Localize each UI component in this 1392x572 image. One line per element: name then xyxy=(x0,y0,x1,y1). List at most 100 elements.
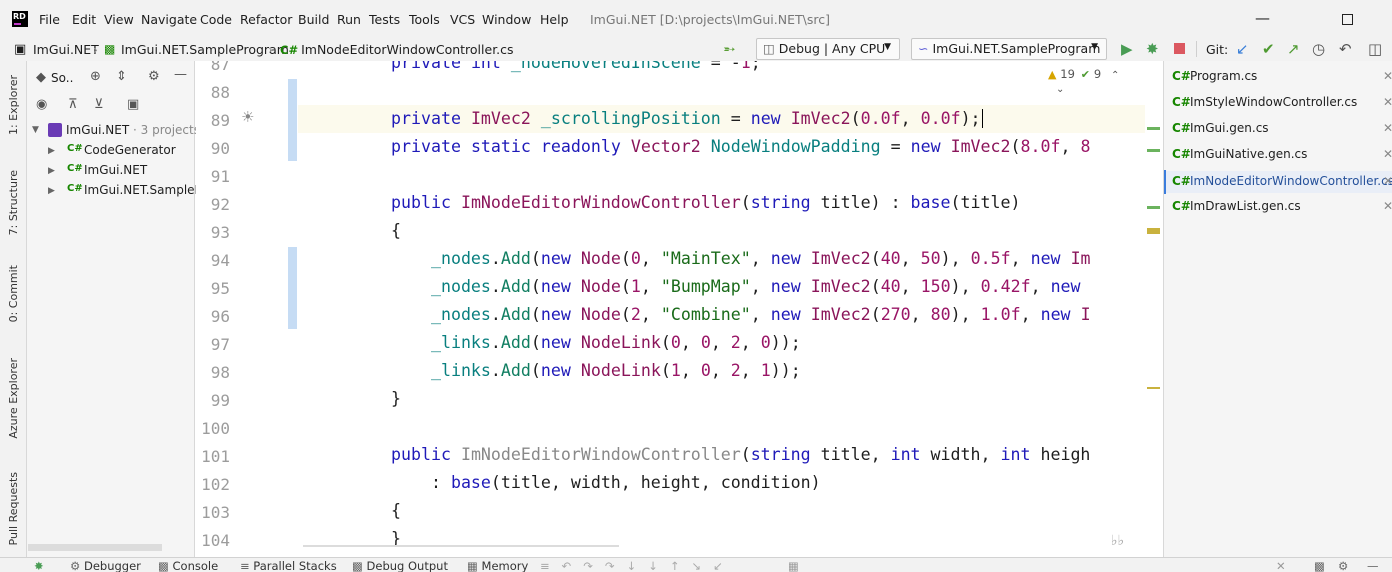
tab-imnodeeditorwindowcontroller[interactable]: C# ImNodeEditorWindowController.cs ✕ xyxy=(1166,171,1392,193)
csharp-project-icon: C# xyxy=(67,143,83,154)
line-number: 98 xyxy=(210,363,230,382)
line-number: 92 xyxy=(210,195,230,214)
close-icon[interactable]: ✕ xyxy=(1383,174,1392,188)
tree-item-imgui-net[interactable]: ImGui.NET xyxy=(84,163,147,177)
tool-tab-structure[interactable]: 7: Structure xyxy=(7,170,20,235)
git-label: Git: xyxy=(1206,42,1229,57)
tab-program[interactable]: C# Program.cs ✕ xyxy=(1163,69,1392,87)
chevron-down-icon[interactable]: ⌄ xyxy=(1056,84,1064,95)
readmode-icon[interactable]: ♭♭ xyxy=(1111,533,1124,547)
menu-code[interactable]: Code xyxy=(200,12,232,27)
line-number: 101 xyxy=(201,447,230,466)
view-mode-dropdown[interactable]: So.. xyxy=(51,71,73,85)
git-update-icon[interactable]: ↙ xyxy=(1236,41,1249,57)
chevron-down-icon[interactable]: ▼ xyxy=(32,125,39,135)
search-everywhere-icon[interactable]: ◫ xyxy=(1368,41,1382,57)
project-icon: ▩ xyxy=(104,42,116,56)
gear-icon[interactable]: ⚙ xyxy=(148,70,160,84)
line-number: 87 xyxy=(210,61,230,74)
code-editor[interactable]: 87 88 89 90 91 92 93 94 95 96 97 98 99 1… xyxy=(196,61,1162,547)
csharp-project-icon: C# xyxy=(67,163,83,174)
tab-parallel-stacks[interactable]: ≡ Parallel Stacks xyxy=(240,559,337,572)
git-rollback-icon[interactable]: ↶ xyxy=(1339,41,1352,57)
tab-debug-output[interactable]: ▩ Debug Output xyxy=(352,559,448,572)
collapse-all-icon[interactable]: ⇕ xyxy=(116,70,127,84)
tab-debugger[interactable]: ⚙ Debugger xyxy=(70,559,141,572)
expand-up-icon[interactable]: ⊼ xyxy=(68,98,78,112)
close-icon[interactable]: ✕ xyxy=(1383,121,1392,135)
tab-imstylewindowcontroller[interactable]: C# ImStyleWindowController.cs ✕ xyxy=(1163,95,1392,113)
close-icon[interactable]: ✕ xyxy=(1383,147,1392,161)
tree-item-codegenerator[interactable]: CodeGenerator xyxy=(84,143,176,157)
line-number: 90 xyxy=(210,139,230,158)
tree-item-sample-program[interactable]: ImGui.NET.SamplePr xyxy=(84,183,207,197)
menu-vcs[interactable]: VCS xyxy=(450,12,475,27)
run-icon[interactable]: ▶ xyxy=(1121,41,1133,57)
gear-icon[interactable]: ⚙ xyxy=(1338,559,1348,572)
configuration-dropdown[interactable]: ◫ Debug | Any CPU ▼ xyxy=(756,38,900,60)
tab-imgui-gen[interactable]: C# ImGui.gen.cs ✕ xyxy=(1163,121,1392,139)
tab-console[interactable]: ▩ Console xyxy=(158,559,218,572)
minimize-icon[interactable]: — xyxy=(1255,10,1270,26)
chevron-right-icon[interactable]: ▶ xyxy=(48,166,55,176)
stop-icon[interactable] xyxy=(1174,43,1185,54)
tab-memory[interactable]: ▦ Memory xyxy=(467,559,528,572)
close-icon[interactable]: ✕ xyxy=(1383,199,1392,213)
close-icon[interactable]: ✕ xyxy=(1276,559,1286,572)
menu-tests[interactable]: Tests xyxy=(369,12,400,27)
modified-line-marker xyxy=(288,79,297,161)
preview-icon[interactable]: ▣ xyxy=(127,98,139,112)
menu-file[interactable]: File xyxy=(39,12,60,27)
tree-root-solution[interactable]: ImGui.NET · 3 projects xyxy=(66,123,200,137)
maximize-icon[interactable] xyxy=(1342,14,1353,25)
close-icon[interactable]: ✕ xyxy=(1383,95,1392,109)
build-hammer-icon[interactable]: ➵ xyxy=(723,41,736,57)
git-history-icon[interactable]: ◷ xyxy=(1312,41,1325,57)
editor-horizontal-scrollbar[interactable] xyxy=(303,545,619,547)
lightbulb-icon[interactable]: ☀ xyxy=(241,108,254,126)
csharp-file-icon: C# xyxy=(1172,69,1191,83)
locate-icon[interactable]: ⊕ xyxy=(90,70,101,84)
calculator-icon[interactable]: ▦ xyxy=(788,559,799,572)
tool-tab-pull-requests[interactable]: Pull Requests xyxy=(7,472,20,545)
menu-tools[interactable]: Tools xyxy=(409,12,440,27)
chevron-right-icon[interactable]: ▶ xyxy=(48,146,55,156)
line-number: 93 xyxy=(210,223,230,242)
git-commit-icon[interactable]: ✔ xyxy=(1262,41,1275,57)
menu-view[interactable]: View xyxy=(104,12,134,27)
tool-tab-commit[interactable]: 0: Commit xyxy=(7,265,20,322)
show-options-icon[interactable]: ▩ xyxy=(1314,559,1325,572)
menu-build[interactable]: Build xyxy=(298,12,329,27)
git-push-icon[interactable]: ↗ xyxy=(1287,41,1300,57)
tab-imdrawlist-gen[interactable]: C# ImDrawList.gen.cs ✕ xyxy=(1163,199,1392,217)
run-target-dropdown[interactable]: ∽ ImGui.NET.SampleProgram ▼ xyxy=(911,38,1107,60)
expand-down-icon[interactable]: ⊻ xyxy=(94,98,104,112)
debug-bug-icon[interactable]: ✸ xyxy=(34,559,44,572)
tool-tab-explorer[interactable]: 1: Explorer xyxy=(7,75,20,135)
chevron-up-icon[interactable]: ⌃ xyxy=(1111,70,1119,81)
menu-run[interactable]: Run xyxy=(337,12,361,27)
tool-tab-azure-explorer[interactable]: Azure Explorer xyxy=(7,358,20,439)
breadcrumb-file[interactable]: C# ImNodeEditorWindowController.cs xyxy=(280,42,514,57)
hide-icon[interactable]: — xyxy=(174,68,187,82)
breadcrumb-solution[interactable]: ImGui.NET xyxy=(33,42,99,57)
csharp-file-icon: C# xyxy=(1172,95,1191,109)
chevron-right-icon[interactable]: ▶ xyxy=(48,186,55,196)
menu-refactor[interactable]: Refactor xyxy=(240,12,292,27)
code-line-97: _links.Add(new NodeLink(0, 0, 2, 0)); xyxy=(430,333,801,352)
menu-edit[interactable]: Edit xyxy=(72,12,96,27)
error-stripe[interactable] xyxy=(1145,61,1162,551)
menu-navigate[interactable]: Navigate xyxy=(141,12,197,27)
explorer-horizontal-scrollbar[interactable] xyxy=(28,544,162,551)
inspection-widget[interactable]: ▲ 19 ✔ 9 ⌃ ⌄ xyxy=(1048,67,1138,95)
menu-window[interactable]: Window xyxy=(482,12,531,27)
breadcrumb-project[interactable]: ImGui.NET.SampleProgram xyxy=(121,42,289,57)
tab-imguinative-gen[interactable]: C# ImGuiNative.gen.cs ✕ xyxy=(1163,147,1392,165)
hide-icon[interactable]: — xyxy=(1367,559,1379,572)
filter-icon[interactable]: ◉ xyxy=(36,98,47,112)
close-icon[interactable]: ✕ xyxy=(1383,69,1392,83)
debug-icon[interactable]: ✸ xyxy=(1146,41,1159,57)
warning-icon: ▲ xyxy=(1048,68,1057,81)
view-mode-icon: ◆ xyxy=(36,70,46,85)
menu-help[interactable]: Help xyxy=(540,12,569,27)
